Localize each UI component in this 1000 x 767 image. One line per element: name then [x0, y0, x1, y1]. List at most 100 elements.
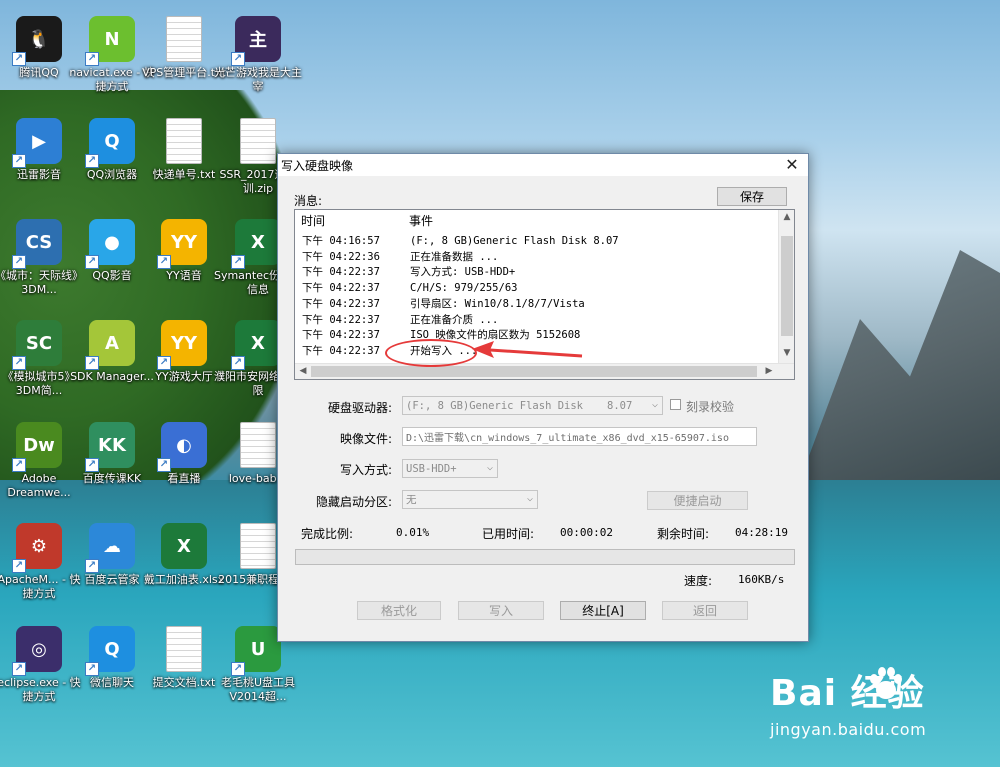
chevron-down-icon: ⌵	[651, 399, 658, 410]
drive-version: 8.07	[607, 399, 633, 412]
app-icon	[240, 422, 276, 468]
app-icon: ☁ ↗	[85, 523, 135, 573]
shortcut-arrow-icon: ↗	[157, 356, 171, 370]
shortcut-arrow-icon: ↗	[85, 52, 99, 66]
app-icon: KK ↗	[85, 422, 135, 472]
remaining-label: 剩余时间:	[657, 527, 710, 541]
dialog-titlebar[interactable]: 写入硬盘映像	[278, 154, 808, 176]
shortcut-arrow-icon: ↗	[85, 356, 99, 370]
percent-value: 0.01%	[396, 526, 430, 539]
annotation-ellipse	[385, 339, 477, 367]
app-icon	[166, 118, 202, 164]
app-icon	[166, 626, 202, 672]
log-col-event: 事件	[409, 213, 434, 228]
log-row[interactable]: 下午 04:16:57 (F:, 8 GB)Generic Flash Disk …	[302, 234, 779, 250]
app-icon: X	[161, 523, 207, 569]
app-icon: ▶ ↗	[12, 118, 62, 168]
log-time: 下午 04:16:57	[302, 235, 380, 247]
app-icon	[240, 523, 276, 569]
app-icon: YY ↗	[157, 320, 207, 370]
shortcut-arrow-icon: ↗	[85, 559, 99, 573]
vertical-scroll-thumb[interactable]	[781, 236, 793, 336]
log-horizontal-scrollbar[interactable]: ◀ ▶	[295, 363, 794, 379]
percent-label: 完成比例:	[301, 527, 354, 541]
save-button[interactable]: 保存	[717, 187, 787, 206]
shortcut-arrow-icon: ↗	[12, 559, 26, 573]
app-icon: CS ↗	[12, 219, 62, 269]
shortcut-arrow-icon: ↗	[12, 662, 26, 676]
app-icon: YY ↗	[157, 219, 207, 269]
shortcut-arrow-icon: ↗	[231, 255, 245, 269]
app-icon: Q ↗	[85, 626, 135, 676]
log-row[interactable]: 下午 04:22:37 C/H/S: 979/255/63	[302, 281, 779, 297]
shortcut-arrow-icon: ↗	[157, 255, 171, 269]
write-disk-image-dialog: 写入硬盘映像 ✕ 消息: 保存 时间 事件 下午 04:16:57 (F:, 8 …	[277, 153, 809, 642]
shortcut-arrow-icon: ↗	[85, 154, 99, 168]
stop-button[interactable]: 终止[A]	[560, 601, 646, 620]
back-button[interactable]: 返回	[662, 601, 748, 620]
scroll-left-icon[interactable]: ◀	[296, 366, 310, 376]
remaining-value: 04:28:19	[735, 526, 788, 539]
write-progress-bar	[295, 549, 795, 565]
elapsed-label: 已用时间:	[482, 527, 535, 541]
log-event: 正在准备数据 ...	[410, 250, 499, 263]
app-icon: 主 ↗	[231, 16, 281, 66]
shortcut-arrow-icon: ↗	[231, 662, 245, 676]
close-icon[interactable]: ✕	[782, 156, 802, 174]
annotation-arrow	[472, 341, 583, 358]
log-row[interactable]: 下午 04:22:37 正在准备介质 ...	[302, 313, 779, 329]
scroll-down-icon[interactable]: ▼	[780, 348, 794, 358]
shortcut-arrow-icon: ↗	[231, 52, 245, 66]
horizontal-scroll-thumb[interactable]	[311, 366, 757, 377]
app-icon: X ↗	[231, 219, 281, 269]
baidu-paw-icon	[870, 667, 902, 699]
shortcut-arrow-icon: ↗	[157, 458, 171, 472]
app-icon: SC ↗	[12, 320, 62, 370]
speed-value: 160KB/s	[738, 573, 785, 586]
log-event: 正在准备介质 ...	[410, 313, 499, 326]
desktop-icon-label: 光芒游戏我是大主宰	[214, 66, 302, 93]
format-button[interactable]: 格式化	[357, 601, 441, 620]
app-icon: ◐ ↗	[157, 422, 207, 472]
hidden-partition-select[interactable]: 无 ⌵	[402, 490, 538, 509]
verify-checkbox[interactable]	[670, 399, 681, 410]
app-icon: ◎ ↗	[12, 626, 62, 676]
quick-boot-button[interactable]: 便捷启动	[647, 491, 748, 510]
log-row[interactable]: 下午 04:22:36 正在准备数据 ...	[302, 250, 779, 266]
drive-select[interactable]: (F:, 8 GB)Generic Flash Disk 8.07 ⌵	[402, 396, 663, 415]
shortcut-arrow-icon: ↗	[12, 154, 26, 168]
messages-label: 消息:	[294, 194, 323, 208]
shortcut-arrow-icon: ↗	[12, 458, 26, 472]
write-button[interactable]: 写入	[458, 601, 544, 620]
app-icon: ⚙ ↗	[12, 523, 62, 573]
log-row[interactable]: 下午 04:22:37 写入方式: USB-HDD+	[302, 265, 779, 281]
app-icon	[240, 118, 276, 164]
app-icon: Q ↗	[85, 118, 135, 168]
desktop-wallpaper-mountain	[800, 250, 1000, 480]
desktop-icon[interactable]: 主 ↗ 光芒游戏我是大主宰	[213, 16, 303, 94]
chevron-down-icon: ⌵	[486, 462, 493, 473]
drive-label: 硬盘驱动器:	[327, 401, 392, 415]
elapsed-value: 00:00:02	[560, 526, 613, 539]
dialog-title: 写入硬盘映像	[281, 158, 354, 173]
chevron-down-icon: ⌵	[526, 493, 533, 504]
image-file-label: 映像文件:	[339, 432, 392, 446]
log-vertical-scrollbar[interactable]: ▲ ▼	[778, 210, 794, 364]
desktop-icon-label: 老毛桃U盘工具V2014超...	[220, 676, 296, 703]
log-time: 下午 04:22:37	[302, 329, 380, 342]
scroll-up-icon[interactable]: ▲	[780, 212, 794, 222]
shortcut-arrow-icon: ↗	[12, 52, 26, 66]
log-event: (F:, 8 GB)Generic Flash Disk 8.07	[410, 235, 619, 247]
image-file-input[interactable]: D:\迅雷下载\cn_windows_7_ultimate_x86_dvd_x1…	[402, 427, 757, 446]
write-mode-value: USB-HDD+	[406, 462, 457, 475]
shortcut-arrow-icon: ↗	[12, 356, 26, 370]
log-time: 下午 04:22:36	[302, 250, 380, 263]
shortcut-arrow-icon: ↗	[12, 255, 26, 269]
drive-value: (F:, 8 GB)Generic Flash Disk	[406, 399, 584, 412]
baidu-jingyan-watermark: Bai 经验 jingyan.baidu.com	[770, 664, 980, 744]
shortcut-arrow-icon: ↗	[85, 458, 99, 472]
scroll-right-icon[interactable]: ▶	[762, 366, 776, 376]
log-row[interactable]: 下午 04:22:37 引导扇区: Win10/8.1/8/7/Vista	[302, 297, 779, 313]
speed-label: 速度:	[684, 574, 713, 588]
write-mode-select[interactable]: USB-HDD+ ⌵	[402, 459, 498, 478]
